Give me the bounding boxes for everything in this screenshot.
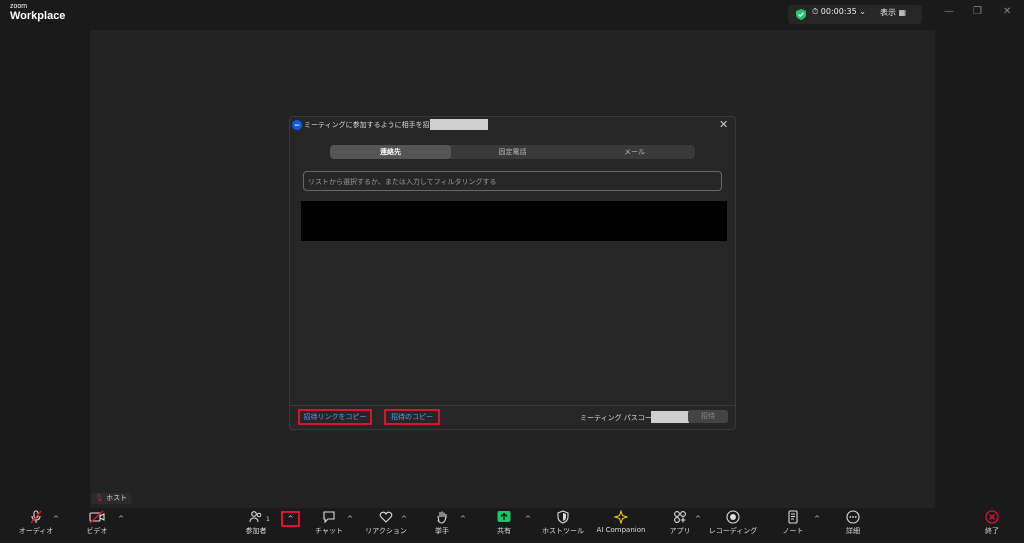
end-meeting-button[interactable]: 終了	[979, 510, 1005, 536]
close-icon[interactable]: ✕	[719, 118, 728, 131]
video-options-chevron-icon[interactable]: ^	[118, 515, 124, 523]
search-placeholder: リストから選択するか、または入力してフィルタリングする	[308, 178, 497, 186]
meeting-toolbar: オーディオ ^ ビデオ ^ 参加者 1 ^ チャット ^ リアクション ^ 挙手…	[0, 508, 1024, 543]
record-icon	[726, 510, 740, 524]
raise-hand-button[interactable]: 挙手	[428, 510, 456, 536]
chat-label: チャット	[315, 527, 343, 535]
audio-options-chevron-icon[interactable]: ^	[53, 515, 59, 523]
heart-icon	[379, 511, 393, 523]
notes-button[interactable]: ノート	[780, 510, 806, 536]
brand-name: Workplace	[10, 10, 66, 22]
copy-invite-link-button[interactable]: 招待リンクをコピー	[298, 409, 372, 425]
share-button[interactable]: 共有	[490, 510, 518, 536]
app-logo: zoom Workplace	[10, 3, 65, 22]
share-screen-icon	[497, 511, 511, 522]
clock-icon: ⏱	[812, 7, 819, 16]
dialog-title: ミーティングに参加するように相手を招待	[304, 121, 437, 129]
reactions-options-chevron-icon[interactable]: ^	[401, 515, 407, 523]
copy-invitation-button[interactable]: 招待のコピー	[384, 409, 440, 425]
hand-icon	[437, 511, 447, 524]
host-shield-icon	[557, 510, 569, 524]
tab-contacts[interactable]: 連絡先	[330, 145, 451, 159]
tab-email[interactable]: メール	[574, 145, 695, 159]
video-label: ビデオ	[86, 527, 108, 535]
participants-options-chevron-icon[interactable]: ^	[281, 511, 300, 527]
invite-dialog: zm ミーティングに参加するように相手を招待 ✕ 連絡先 固定電話 メール リス…	[289, 116, 736, 430]
chat-button[interactable]: チャット	[313, 510, 345, 536]
tab-phone[interactable]: 固定電話	[452, 145, 573, 159]
contact-search-input[interactable]: リストから選択するか、または入力してフィルタリングする	[303, 171, 722, 191]
dialog-footer: 招待リンクをコピー 招待のコピー ミーティング パスコード: 招待	[290, 405, 735, 430]
chat-options-chevron-icon[interactable]: ^	[347, 515, 353, 523]
timer-value: 00:00:35	[820, 7, 857, 16]
share-options-chevron-icon[interactable]: ^	[525, 515, 531, 523]
mic-muted-icon: 🎙	[95, 494, 104, 502]
sparkle-icon	[614, 510, 628, 524]
host-tools-button[interactable]: ホストツール	[540, 510, 586, 536]
notes-icon	[788, 510, 798, 524]
brand-small-text: zoom	[10, 3, 28, 10]
chat-bubble-icon	[323, 511, 335, 524]
restore-icon[interactable]: ❐	[973, 6, 982, 17]
apps-icon	[674, 511, 686, 523]
ai-companion-label: AI Companion	[596, 526, 646, 534]
participants-label: 参加者	[245, 527, 267, 535]
host-label-text: ホスト	[106, 494, 128, 502]
end-icon	[985, 510, 999, 524]
redacted-contact-list	[301, 201, 727, 241]
meeting-timer[interactable]: ⏱ 00:00:35 ⌄	[812, 7, 866, 17]
notes-label: ノート	[782, 527, 804, 535]
host-tools-label: ホストツール	[542, 527, 584, 535]
zoom-logo-icon: zm	[292, 120, 302, 130]
redacted-passcode	[651, 411, 689, 423]
passcode-label: ミーティング パスコード:	[580, 414, 662, 422]
share-label: 共有	[497, 527, 511, 535]
top-bar: zoom Workplace ⏱ 00:00:35 ⌄ 表示 ▦ — ❐ ✕	[0, 0, 1024, 30]
audio-button[interactable]: オーディオ	[16, 510, 56, 536]
more-button[interactable]: 詳細	[840, 510, 866, 536]
dialog-title-bar: zm ミーティングに参加するように相手を招待 ✕	[290, 117, 735, 133]
grid-icon: ▦	[898, 8, 907, 17]
participants-button[interactable]: 参加者	[238, 510, 274, 536]
security-shield-icon[interactable]	[796, 9, 806, 20]
notes-options-chevron-icon[interactable]: ^	[814, 515, 820, 523]
apps-button[interactable]: アプリ	[667, 510, 693, 536]
view-button[interactable]: 表示 ▦	[880, 7, 906, 18]
view-label: 表示	[880, 8, 896, 17]
video-button[interactable]: ビデオ	[79, 510, 115, 536]
apps-options-chevron-icon[interactable]: ^	[695, 515, 701, 523]
raise-hand-label: 挙手	[435, 527, 449, 535]
host-name-tag: 🎙 ホスト	[91, 493, 132, 504]
audio-label: オーディオ	[18, 527, 54, 535]
participants-icon	[249, 511, 262, 523]
end-label: 終了	[985, 527, 999, 535]
participant-count: 1	[266, 516, 270, 523]
raise-hand-options-chevron-icon[interactable]: ^	[460, 515, 466, 523]
camera-off-icon	[89, 510, 105, 524]
apps-label: アプリ	[669, 527, 691, 535]
recording-button[interactable]: レコーディング	[708, 510, 758, 536]
more-label: 詳細	[846, 527, 860, 535]
invite-button[interactable]: 招待	[688, 410, 728, 423]
minimize-icon[interactable]: —	[944, 6, 954, 17]
microphone-muted-icon	[30, 510, 42, 524]
more-dots-icon	[846, 510, 860, 524]
ai-companion-button[interactable]: AI Companion	[593, 510, 649, 534]
recording-label: レコーディング	[708, 527, 758, 535]
chevron-down-icon: ⌄	[859, 7, 866, 16]
invite-tabs: 連絡先 固定電話 メール	[330, 145, 695, 159]
reactions-button[interactable]: リアクション	[364, 510, 408, 536]
reactions-label: リアクション	[365, 527, 407, 535]
close-window-icon[interactable]: ✕	[1003, 6, 1011, 17]
redacted-meeting-id	[430, 119, 488, 130]
